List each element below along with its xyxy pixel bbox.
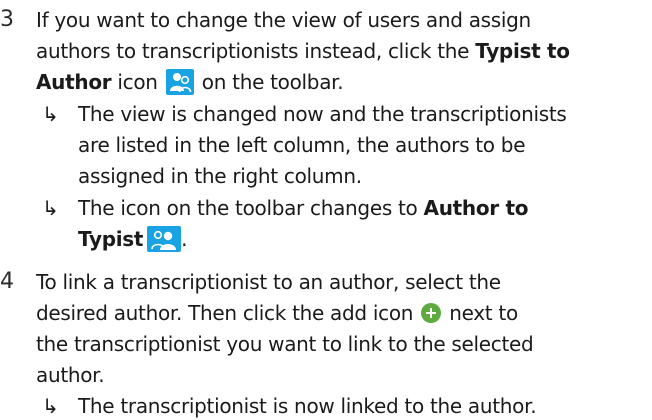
step-3-result-2-line-2: Typist .	[78, 226, 188, 252]
result-arrow: ↳	[42, 196, 59, 220]
step-3-result-1-line-1: The view is changed now and the transcri…	[78, 102, 567, 126]
author-to-typist-label: Author to	[423, 196, 529, 220]
author-to-typist-icon	[147, 226, 182, 252]
step-4-line-1: To link a transcriptionist to an author,…	[36, 270, 501, 294]
step-3-result-1-line-3: assigned in the right column.	[78, 164, 362, 188]
result-arrow: ↳	[42, 102, 59, 126]
step-3-line-2: authors to transcriptionists instead, cl…	[36, 39, 570, 63]
typist-to-author-label-cont: Author	[36, 70, 112, 94]
step-3-line-3: Author icon on the toolbar.	[36, 69, 344, 95]
step-3-line-1: If you want to change the view of users …	[36, 8, 531, 32]
step-3-result-2-line-1: The icon on the toolbar changes to Autho…	[78, 196, 529, 220]
author-to-typist-label-cont: Typist	[78, 227, 144, 251]
step-4-line-4: author.	[36, 363, 105, 387]
step-3-result-1-line-2: are listed in the left column, the autho…	[78, 133, 526, 157]
typist-to-author-label: Typist to	[475, 39, 570, 63]
add-icon	[421, 303, 442, 323]
step-number: 3	[0, 7, 14, 32]
step-4-line-3: the transcriptionist you want to link to…	[36, 332, 534, 356]
typist-to-author-icon	[165, 69, 194, 95]
step-4-line-2: desired author. Then click the add icon …	[36, 301, 518, 325]
step-number: 4	[0, 269, 14, 294]
